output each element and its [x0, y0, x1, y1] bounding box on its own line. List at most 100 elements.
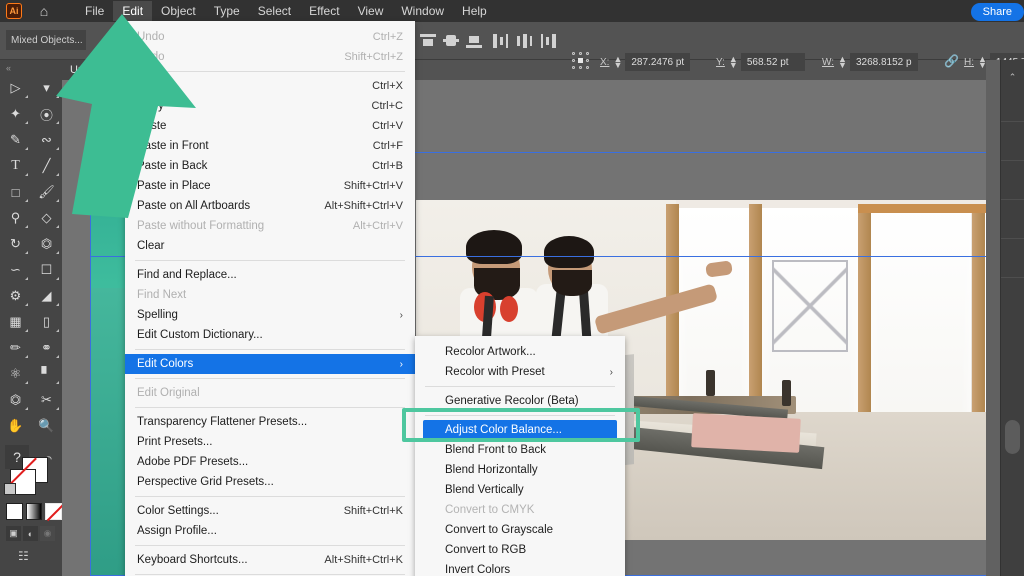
- draw-normal-icon[interactable]: ▣: [6, 526, 21, 541]
- submenu-item-convert-to-grayscale[interactable]: Convert to Grayscale: [415, 520, 625, 540]
- x-stepper[interactable]: ▲ ▼: [613, 55, 622, 70]
- panel-collapse-grip[interactable]: «: [0, 60, 62, 75]
- submenu-item-blend-horizontally[interactable]: Blend Horizontally: [415, 460, 625, 480]
- symbol-sprayer-tool-icon[interactable]: ⚛: [0, 361, 31, 387]
- menu-view[interactable]: View: [349, 1, 393, 21]
- y-input[interactable]: 568.52 pt: [740, 53, 805, 71]
- align-bottom-icon[interactable]: [464, 32, 484, 50]
- y-stepper[interactable]: ▲ ▼: [729, 55, 738, 70]
- submenu-item-convert-to-rgb[interactable]: Convert to RGB: [415, 540, 625, 560]
- paintbrush-tool-icon[interactable]: 🖌: [31, 179, 62, 205]
- reference-point-grid-icon[interactable]: [572, 52, 592, 72]
- selection-tool-icon[interactable]: ▷: [0, 75, 31, 101]
- submenu-item-blend-front-to-back[interactable]: Blend Front to Back: [415, 440, 625, 460]
- chain-broken-icon[interactable]: 🔗: [944, 54, 959, 68]
- submenu-item-label: Blend Horizontally: [445, 464, 538, 476]
- w-input[interactable]: 3268.8152 p: [849, 53, 918, 71]
- menu-item-label: Find Next: [137, 289, 187, 301]
- menu-item-clear[interactable]: Clear: [125, 236, 415, 256]
- zoom-tool-icon[interactable]: 🔍: [31, 413, 62, 439]
- distribute-right-icon[interactable]: [538, 32, 558, 50]
- hand-tool-icon[interactable]: ✋: [0, 413, 31, 439]
- share-button[interactable]: Share: [970, 3, 1024, 21]
- menu-window[interactable]: Window: [392, 1, 453, 21]
- menu-type[interactable]: Type: [205, 1, 249, 21]
- align-vertical-center-icon[interactable]: [441, 32, 461, 50]
- shape-builder-tool-icon[interactable]: ⚙: [0, 283, 31, 309]
- document-tab[interactable]: Ur...: [62, 60, 122, 80]
- align-top-icon[interactable]: [418, 32, 438, 50]
- menu-item-spelling[interactable]: Spelling ›: [125, 305, 415, 325]
- direct-selection-tool-icon[interactable]: ▾: [31, 75, 62, 101]
- menu-item-paste-in-front[interactable]: Paste in Front Ctrl+F: [125, 136, 415, 156]
- rotate-tool-icon[interactable]: ↻: [0, 231, 31, 257]
- mesh-tool-icon[interactable]: ▦: [0, 309, 31, 335]
- color-fill-icon[interactable]: [6, 503, 23, 520]
- submenu-item-blend-vertically[interactable]: Blend Vertically: [415, 480, 625, 500]
- type-tool-icon[interactable]: T: [0, 153, 31, 179]
- menu-edit[interactable]: Edit: [113, 1, 153, 21]
- menu-item-paste-on-all-artboards[interactable]: Paste on All Artboards Alt+Shift+Ctrl+V: [125, 196, 415, 216]
- draw-behind-icon[interactable]: ◐: [23, 526, 38, 541]
- w-stepper[interactable]: ▲ ▼: [838, 55, 847, 70]
- menu-item-print-presets[interactable]: Print Presets...: [125, 432, 415, 452]
- menu-item-keyboard-shortcuts[interactable]: Keyboard Shortcuts... Alt+Shift+Ctrl+K: [125, 550, 415, 570]
- menu-item-adobe-pdf-presets[interactable]: Adobe PDF Presets...: [125, 452, 415, 472]
- curvature-tool-icon[interactable]: ∾: [31, 127, 62, 153]
- distribute-left-icon[interactable]: [490, 32, 510, 50]
- menu-item-transparency-flattener-presets[interactable]: Transparency Flattener Presets...: [125, 412, 415, 432]
- none-fill-icon[interactable]: [45, 503, 63, 520]
- submenu-item-invert-colors[interactable]: Invert Colors: [415, 560, 625, 576]
- free-transform-tool-icon[interactable]: ☐: [31, 257, 62, 283]
- gradient-fill-icon[interactable]: [25, 503, 43, 520]
- submenu-item-recolor-artwork[interactable]: Recolor Artwork...: [415, 342, 625, 362]
- rail-expand-chevron-icon[interactable]: ⌃: [1001, 72, 1024, 83]
- menu-item-edit-custom-dictionary[interactable]: Edit Custom Dictionary...: [125, 325, 415, 345]
- menu-item-assign-profile[interactable]: Assign Profile...: [125, 521, 415, 541]
- menu-select[interactable]: Select: [249, 1, 300, 21]
- change-screen-mode-icon[interactable]: ☷: [18, 549, 62, 563]
- gradient-tool-icon[interactable]: ▯: [31, 309, 62, 335]
- eyedropper-tool-icon[interactable]: ✏: [0, 335, 31, 361]
- distribute-center-icon[interactable]: [514, 32, 534, 50]
- menu-effect[interactable]: Effect: [300, 1, 348, 21]
- tools-panel: « ▷ ▾ ✦ ⦿ ✎ ∾ T ╱ □ 🖌 ⚲ ◇ ↻ ⏣ ∽ ☐ ⚙ ◢ ▦ …: [0, 60, 63, 576]
- menu-item-paste[interactable]: Paste Ctrl+V: [125, 116, 415, 136]
- menu-item-color-settings[interactable]: Color Settings... Shift+Ctrl+K: [125, 501, 415, 521]
- line-segment-tool-icon[interactable]: ╱: [31, 153, 62, 179]
- eraser-tool-icon[interactable]: ◇: [31, 205, 62, 231]
- menu-file[interactable]: File: [76, 1, 113, 21]
- pen-tool-icon[interactable]: ✎: [0, 127, 31, 153]
- menu-item-copy[interactable]: Copy Ctrl+C: [125, 96, 415, 116]
- menu-item-cut[interactable]: Cut Ctrl+X: [125, 76, 415, 96]
- menu-item-paste-in-place[interactable]: Paste in Place Shift+Ctrl+V: [125, 176, 415, 196]
- shaper-tool-icon[interactable]: ⚲: [0, 205, 31, 231]
- blend-tool-icon[interactable]: ⚭: [31, 335, 62, 361]
- menu-object[interactable]: Object: [152, 1, 205, 21]
- submenu-item-recolor-with-preset[interactable]: Recolor with Preset ›: [415, 362, 625, 382]
- default-fill-stroke-icon[interactable]: [4, 483, 16, 495]
- menu-help[interactable]: Help: [453, 1, 496, 21]
- scale-tool-icon[interactable]: ⏣: [31, 231, 62, 257]
- width-tool-icon[interactable]: ∽: [0, 257, 31, 283]
- selection-handle-tl[interactable]: [88, 150, 93, 155]
- home-icon[interactable]: ⌂: [34, 0, 54, 22]
- menu-item-find-and-replace[interactable]: Find and Replace...: [125, 265, 415, 285]
- menu-item-edit-colors[interactable]: Edit Colors ›: [125, 354, 415, 374]
- magic-wand-tool-icon[interactable]: ✦: [0, 101, 31, 127]
- edit-menu-dropdown[interactable]: Undo Ctrl+Z Redo Shift+Ctrl+Z Cut Ctrl+X…: [125, 21, 415, 576]
- x-input[interactable]: 287.2476 pt: [625, 53, 691, 71]
- perspective-grid-tool-icon[interactable]: ◢: [31, 283, 62, 309]
- rectangle-tool-icon[interactable]: □: [0, 179, 31, 205]
- menu-item-paste-in-back[interactable]: Paste in Back Ctrl+B: [125, 156, 415, 176]
- draw-inside-icon[interactable]: ◉: [40, 526, 55, 541]
- submenu-item-generative-recolor[interactable]: Generative Recolor (Beta): [415, 391, 625, 411]
- slice-tool-icon[interactable]: ✂: [31, 387, 62, 413]
- column-graph-tool-icon[interactable]: ▘: [31, 361, 62, 387]
- vertical-scrollbar-thumb[interactable]: [1005, 420, 1020, 454]
- lasso-tool-icon[interactable]: ⦿: [31, 101, 62, 127]
- artboard-tool-icon[interactable]: ⏣: [0, 387, 31, 413]
- submenu-item-adjust-color-balance[interactable]: Adjust Color Balance...: [423, 420, 617, 440]
- edit-colors-submenu[interactable]: Recolor Artwork... Recolor with Preset ›…: [415, 336, 625, 576]
- menu-item-perspective-grid-presets[interactable]: Perspective Grid Presets...: [125, 472, 415, 492]
